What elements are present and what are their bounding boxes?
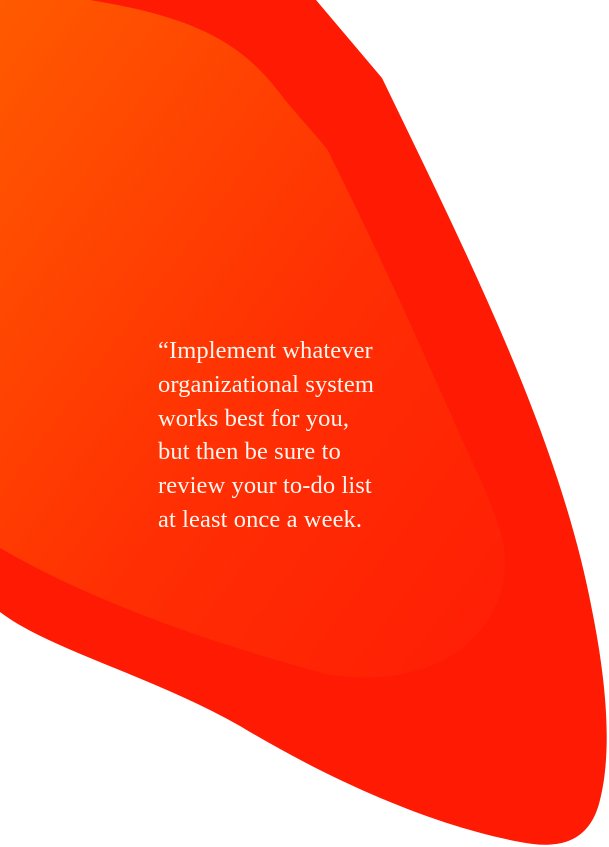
- page-canvas: “Implement whatever organizational syste…: [0, 0, 609, 847]
- quote-line: but then be sure to: [158, 438, 341, 466]
- quote-text: “Implement whatever organizational syste…: [158, 334, 458, 537]
- quote-line: “Implement whatever: [158, 337, 373, 364]
- quote-line: review your to-do list: [158, 472, 372, 500]
- quote-line: organizational system: [158, 370, 374, 398]
- quote-line: at least once a week.: [158, 505, 363, 533]
- quote-line: works best for you,: [158, 404, 350, 432]
